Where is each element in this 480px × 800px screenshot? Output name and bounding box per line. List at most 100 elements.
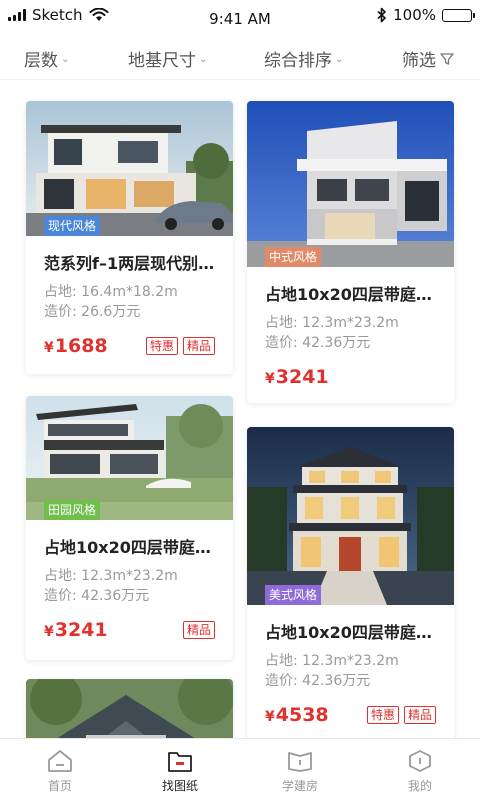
drawing-grid[interactable]: 现代风格 范系列f–1两层现代别墅设计 占地: 16.4m*18.2m 造价: …: [0, 81, 480, 738]
land-area: 占地: 12.3m*23.2m: [44, 568, 215, 584]
card-title: 占地10x20四层带庭院别墅: [265, 623, 436, 642]
drawing-card[interactable]: 田园风格 占地10x20四层带庭院别墅 占地: 12.3m*23.2m 造价: …: [26, 396, 233, 660]
badges: 精品: [182, 621, 215, 639]
tab-find-drawings-label: 找图纸: [161, 779, 198, 793]
land-area-value: 12.3m*23.2m: [302, 315, 399, 331]
house-photo: 中式风格: [247, 101, 454, 267]
drawing-card[interactable]: 美式风格 占地10x20四层带庭院别墅 占地: 12.3m*23.2m 造价: …: [247, 427, 454, 738]
price-value: 3241: [54, 619, 108, 641]
filter-bar: 层数 ⌄ 地基尺寸 ⌄ 综合排序 ⌄ 筛选: [0, 36, 480, 80]
house-photo-image: [247, 427, 454, 605]
build-cost-value: 42.36万元: [302, 673, 371, 689]
badge-premium: 精品: [403, 706, 436, 724]
price-row: ¥3241: [265, 365, 436, 389]
badge-premium: 精品: [182, 621, 215, 639]
bluetooth-icon: [377, 7, 386, 23]
tab-bar: 首页 找图纸 学建房 我的: [0, 738, 480, 800]
tab-find-drawings[interactable]: 找图纸: [120, 739, 240, 800]
filter-foundation-size-label: 地基尺寸: [128, 51, 196, 71]
tab-profile[interactable]: 我的: [360, 739, 480, 800]
build-cost: 造价: 26.6万元: [44, 304, 215, 320]
style-tag: 田园风格: [44, 500, 101, 520]
price-value: 1688: [54, 335, 108, 357]
land-area-label: 占地:: [44, 284, 77, 300]
land-area-value: 12.3m*23.2m: [302, 653, 399, 669]
build-cost-value: 26.6万元: [81, 304, 141, 320]
badge-premium: 精品: [182, 337, 215, 355]
drawing-card[interactable]: 现代风格 范系列f–1两层现代别墅设计 占地: 16.4m*18.2m 造价: …: [26, 101, 233, 374]
status-right: 100%: [377, 6, 475, 24]
build-cost-value: 42.36万元: [81, 588, 150, 604]
caret-down-icon: ⌄: [61, 54, 70, 65]
price: ¥3241: [44, 619, 108, 641]
drawing-card[interactable]: 中式风格 占地10x20四层带庭院别墅 占地: 12.3m*23.2m 造价: …: [247, 101, 454, 403]
status-bar: Sketch 9:41 AM 100%: [0, 0, 480, 36]
build-cost-label: 造价:: [44, 588, 77, 604]
build-cost-label: 造价:: [44, 304, 77, 320]
badges: 特惠 精品: [366, 706, 436, 724]
tab-learn-building-label: 学建房: [281, 779, 318, 793]
tab-learn-building[interactable]: 学建房: [240, 739, 360, 800]
filter-floors[interactable]: 层数 ⌄: [24, 46, 69, 71]
currency-symbol: ¥: [265, 371, 275, 387]
land-area-label: 占地:: [265, 315, 298, 331]
house-photo: 田园风格: [26, 396, 233, 520]
filter-foundation-size[interactable]: 地基尺寸 ⌄: [128, 46, 207, 71]
land-area-value: 16.4m*18.2m: [81, 284, 178, 300]
style-tag: 中式风格: [265, 247, 322, 267]
land-area-label: 占地:: [44, 568, 77, 584]
land-area: 占地: 16.4m*18.2m: [44, 284, 215, 300]
price: ¥1688: [44, 335, 108, 357]
land-area: 占地: 12.3m*23.2m: [265, 653, 436, 669]
home-icon: [48, 750, 72, 772]
build-cost-value: 42.36万元: [302, 335, 371, 351]
house-photo-image: [26, 679, 233, 738]
price-value: 4538: [275, 704, 329, 726]
build-cost-label: 造价:: [265, 673, 298, 689]
house-photo: [26, 679, 233, 738]
house-photo-image: [247, 101, 454, 267]
build-cost: 造价: 42.36万元: [44, 588, 215, 604]
tab-profile-label: 我的: [407, 779, 432, 793]
drawing-card[interactable]: [26, 679, 233, 738]
caret-down-icon: ⌄: [199, 54, 208, 65]
blueprint-folder-icon: [168, 752, 192, 772]
card-title: 范系列f–1两层现代别墅设计: [44, 254, 215, 273]
battery-icon: [442, 8, 475, 22]
land-area: 占地: 12.3m*23.2m: [265, 315, 436, 331]
card-title: 占地10x20四层带庭院别墅: [44, 538, 215, 557]
currency-symbol: ¥: [265, 709, 275, 725]
style-tag: 现代风格: [44, 216, 101, 236]
badge-discount: 特惠: [366, 706, 399, 724]
style-tag: 美式风格: [265, 585, 322, 605]
filter-sort[interactable]: 综合排序 ⌄: [264, 46, 343, 71]
price: ¥3241: [265, 366, 329, 388]
price-value: 3241: [275, 366, 329, 388]
badge-discount: 特惠: [145, 337, 178, 355]
build-cost-label: 造价:: [265, 335, 298, 351]
badges: 特惠 精品: [145, 337, 215, 355]
price: ¥4538: [265, 704, 329, 726]
tab-home-label: 首页: [47, 779, 72, 793]
caret-down-icon: ⌄: [335, 54, 344, 65]
filter-screen[interactable]: 筛选: [402, 46, 454, 71]
funnel-icon: [440, 52, 454, 65]
profile-icon: [409, 750, 431, 772]
book-icon: [288, 752, 312, 772]
land-area-label: 占地:: [265, 653, 298, 669]
build-cost: 造价: 42.36万元: [265, 673, 436, 689]
price-row: ¥4538 特惠 精品: [265, 703, 436, 727]
filter-floors-label: 层数: [24, 51, 58, 71]
build-cost: 造价: 42.36万元: [265, 335, 436, 351]
house-photo: 现代风格: [26, 101, 233, 236]
tab-home[interactable]: 首页: [0, 739, 120, 800]
currency-symbol: ¥: [44, 624, 54, 640]
battery-percent: 100%: [393, 6, 436, 24]
filter-sort-label: 综合排序: [264, 51, 332, 71]
filter-screen-label: 筛选: [402, 51, 436, 71]
currency-symbol: ¥: [44, 340, 54, 356]
card-title: 占地10x20四层带庭院别墅: [265, 285, 436, 304]
house-photo: 美式风格: [247, 427, 454, 605]
land-area-value: 12.3m*23.2m: [81, 568, 178, 584]
price-row: ¥3241 精品: [44, 618, 215, 642]
